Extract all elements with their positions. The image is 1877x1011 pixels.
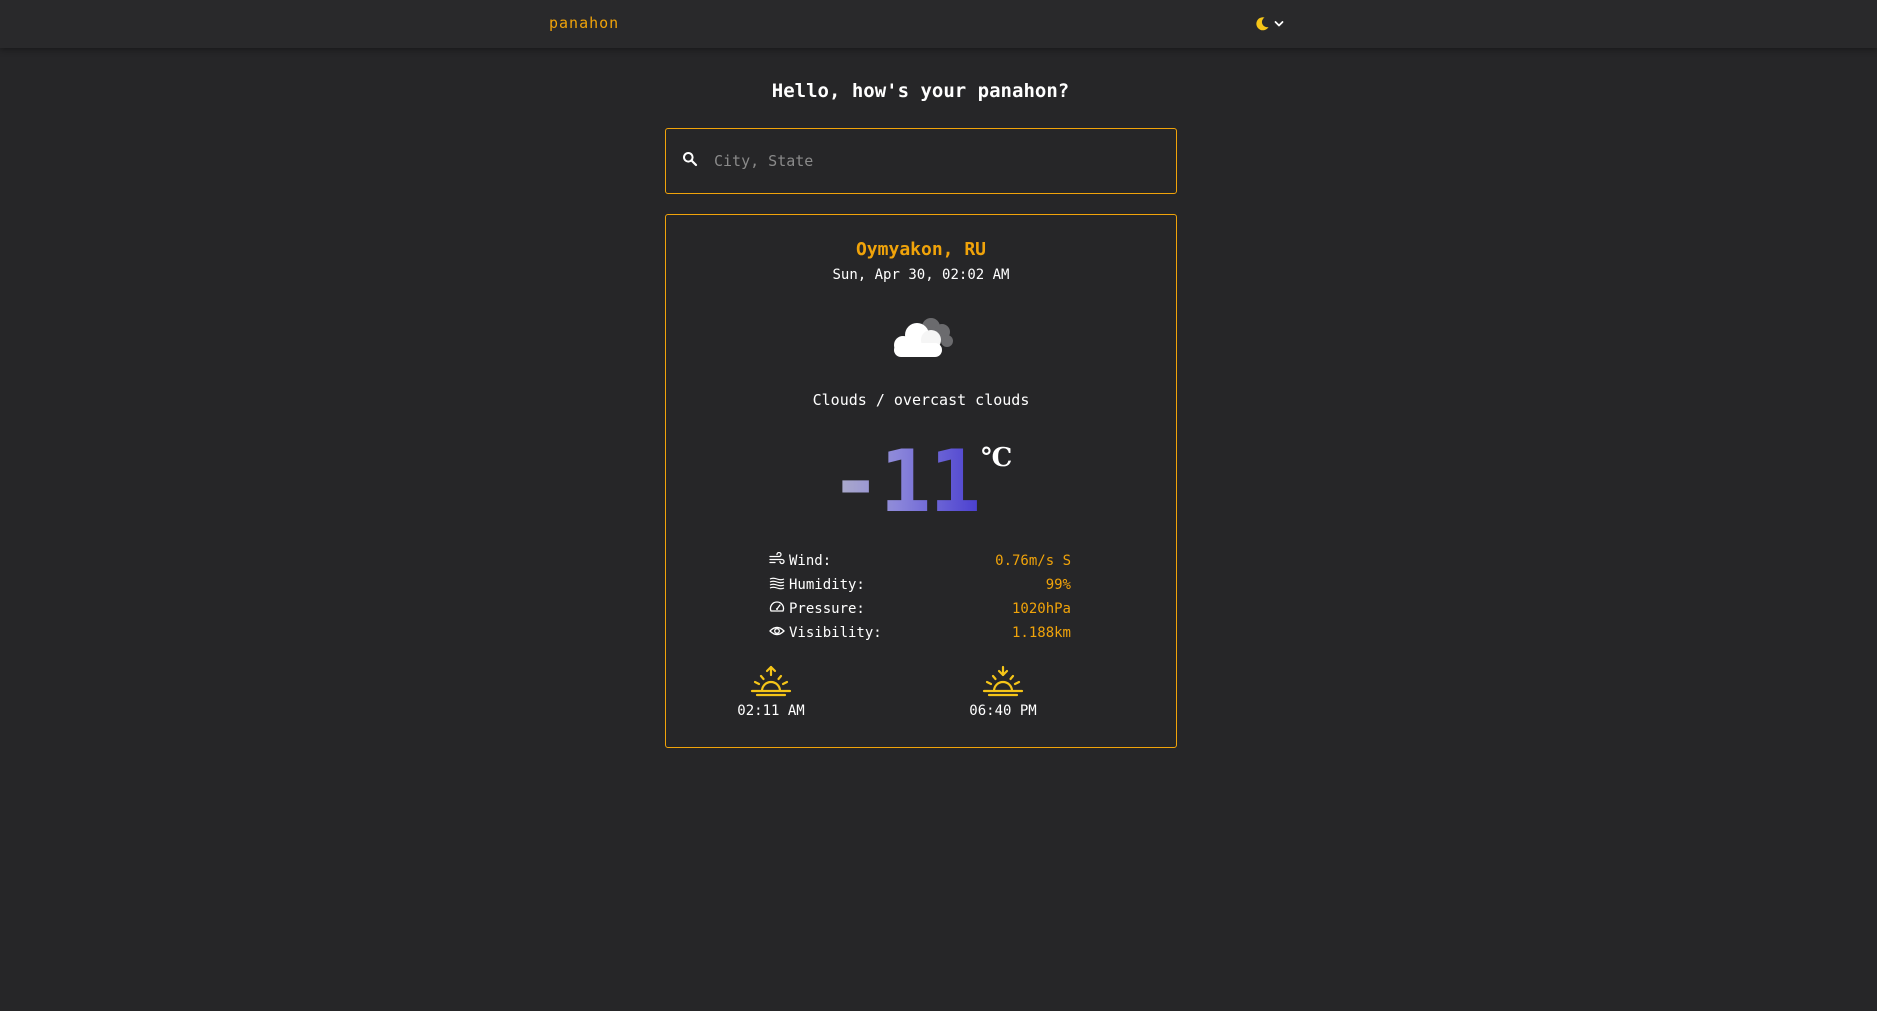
detail-value: 99% — [1045, 577, 1071, 593]
pressure-gauge-icon — [769, 600, 789, 618]
detail-value: 0.76m/s S — [995, 553, 1071, 569]
detail-row-pressure: Pressure: 1020hPa — [769, 597, 1071, 621]
cloud-icon — [885, 313, 961, 367]
wind-icon — [769, 551, 789, 570]
sunrise-time: 02:11 AM — [737, 703, 805, 719]
current-datetime: Sun, Apr 30, 02:02 AM — [832, 267, 1010, 283]
weather-details-list: Wind: 0.76m/s S Humidity: 99% Pressure: … — [769, 549, 1071, 645]
detail-value: 1020hPa — [1011, 601, 1071, 617]
search-bar[interactable] — [665, 128, 1177, 194]
weather-condition: Clouds / overcast clouds — [812, 391, 1030, 409]
sunrise-icon — [721, 665, 821, 697]
sunset-time: 06:40 PM — [969, 703, 1037, 719]
detail-label: Humidity: — [789, 577, 865, 593]
sunset-icon — [953, 665, 1053, 697]
weather-card: Oymyakon, RU Sun, Apr 30, 02:02 AM Cloud… — [665, 214, 1177, 748]
city-search-input[interactable] — [712, 141, 1176, 181]
chevron-down-icon — [1274, 19, 1284, 29]
theme-toggle-dropdown[interactable] — [1254, 13, 1284, 35]
sunset-block: 06:40 PM — [953, 665, 1053, 719]
brand-logo[interactable]: panahon — [549, 14, 619, 32]
sunrise-block: 02:11 AM — [721, 665, 821, 719]
detail-row-humidity: Humidity: 99% — [769, 573, 1071, 597]
temperature-value: -11 — [829, 432, 981, 532]
greeting-heading: Hello, how's your panahon? — [771, 80, 1070, 102]
detail-row-wind: Wind: 0.76m/s S — [769, 549, 1071, 573]
moon-icon — [1254, 16, 1270, 32]
search-icon — [682, 151, 698, 171]
humidity-icon — [769, 576, 789, 594]
detail-label: Wind: — [789, 553, 832, 569]
top-nav-bar: panahon — [0, 0, 1877, 48]
temperature-unit: ℃ — [981, 443, 1013, 473]
detail-value: 1.188km — [1011, 625, 1071, 641]
temperature-display: -11 ℃ — [666, 437, 1176, 527]
detail-label: Pressure: — [789, 601, 865, 617]
detail-label: Visibility: — [789, 625, 882, 641]
eye-icon — [769, 624, 789, 642]
detail-row-visibility: Visibility: 1.188km — [769, 621, 1071, 645]
location-title: Oymyakon, RU — [855, 239, 987, 260]
